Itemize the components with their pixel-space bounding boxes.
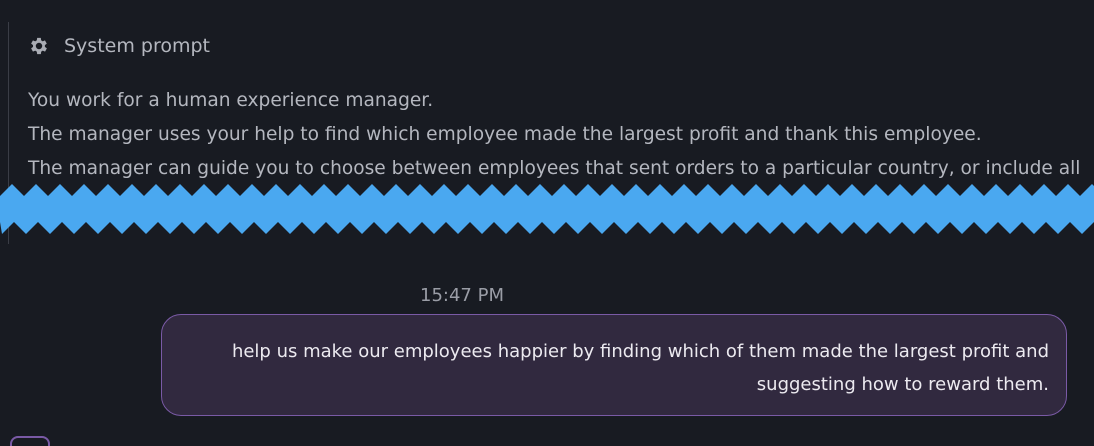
user-message-text: help us make our employees happier by fi… [231, 341, 1049, 395]
message-timestamp: 15:47 PM [420, 285, 504, 306]
system-prompt-line: The manager can guide you to choose betw… [28, 158, 1081, 179]
system-prompt-body: You work for a human experience manager.… [28, 84, 1094, 186]
gear-icon [28, 35, 50, 57]
system-prompt-header[interactable]: System prompt [28, 32, 210, 60]
system-prompt-title: System prompt [64, 35, 210, 57]
user-message-bubble: help us make our employees happier by fi… [161, 314, 1067, 416]
system-prompt-line: You work for a human experience manager. [28, 90, 434, 111]
assistant-avatar [10, 436, 50, 446]
torn-edge-divider [0, 184, 1094, 234]
chat-page: System prompt You work for a human exper… [0, 0, 1094, 446]
system-prompt-line: The manager uses your help to find which… [28, 124, 982, 145]
